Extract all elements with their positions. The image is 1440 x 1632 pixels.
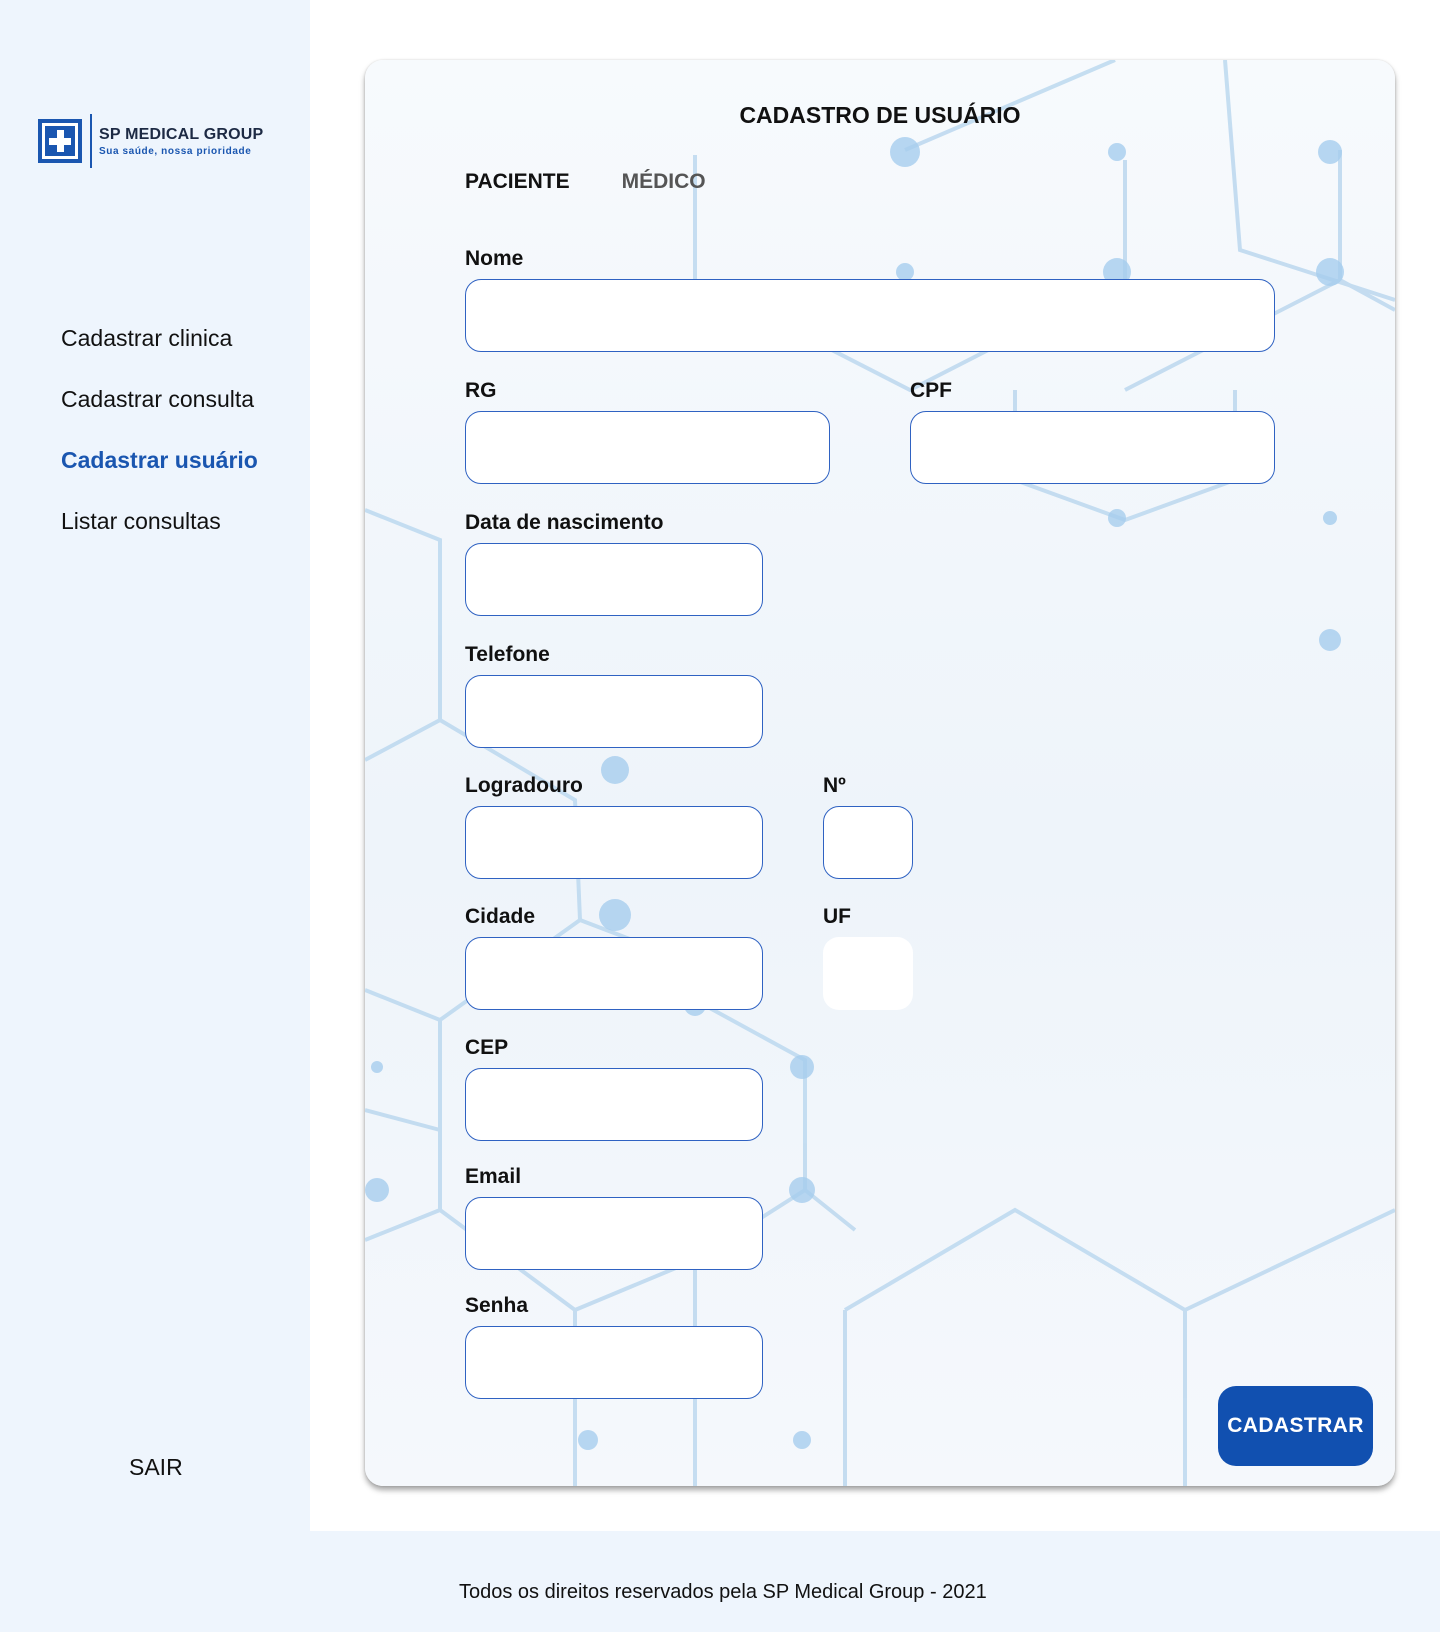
medical-cross-icon — [38, 119, 82, 163]
telefone-label: Telefone — [465, 643, 550, 666]
cidade-field[interactable] — [465, 937, 763, 1010]
cpf-field[interactable] — [910, 411, 1275, 484]
email-field[interactable] — [465, 1197, 763, 1270]
logo-divider — [90, 114, 92, 168]
logradouro-field[interactable] — [465, 806, 763, 879]
sidebar-item-cadastrar-clinica[interactable]: Cadastrar clinica — [61, 322, 258, 383]
page-title: CADASTRO DE USUÁRIO — [739, 102, 1021, 128]
rg-field[interactable] — [465, 411, 830, 484]
nome-field[interactable] — [465, 279, 1275, 352]
cadastrar-button[interactable]: CADASTRAR — [1218, 1386, 1373, 1466]
email-label: Email — [465, 1165, 522, 1188]
nome-label: Nome — [465, 247, 524, 270]
tab-paciente[interactable]: PACIENTE — [465, 170, 570, 194]
cpf-label: CPF — [910, 379, 952, 402]
telefone-field[interactable] — [465, 675, 763, 748]
brand-tagline: Sua saúde, nossa prioridade — [99, 145, 252, 157]
cep-label: CEP — [465, 1036, 509, 1059]
senha-label: Senha — [465, 1294, 529, 1317]
logradouro-label: Logradouro — [465, 774, 583, 797]
tab-medico[interactable]: MÉDICO — [622, 170, 706, 194]
user-type-tabs: PACIENTE MÉDICO — [465, 170, 706, 194]
numero-label: Nº — [823, 774, 846, 797]
uf-label: UF — [823, 905, 851, 928]
brand-name: SP MEDICAL GROUP — [99, 125, 264, 143]
brand-logo[interactable]: SP MEDICAL GROUP Sua saúde, nossa priori… — [38, 114, 263, 168]
sidebar-item-cadastrar-usuario[interactable]: Cadastrar usuário — [61, 444, 258, 505]
cep-field[interactable] — [465, 1068, 763, 1141]
brand-text: SP MEDICAL GROUP Sua saúde, nossa priori… — [99, 126, 263, 157]
copyright-text: Todos os direitos reservados pela SP Med… — [459, 1581, 987, 1603]
sidebar: SP MEDICAL GROUP Sua saúde, nossa priori… — [0, 0, 310, 1531]
logout-button[interactable]: SAIR — [129, 1454, 183, 1481]
uf-field[interactable] — [823, 937, 913, 1010]
sidebar-item-listar-consultas[interactable]: Listar consultas — [61, 505, 258, 566]
senha-field[interactable] — [465, 1326, 763, 1399]
sidebar-item-cadastrar-consulta[interactable]: Cadastrar consulta — [61, 383, 258, 444]
data-nascimento-label: Data de nascimento — [465, 511, 664, 534]
numero-field[interactable] — [823, 806, 913, 879]
footer: Todos os direitos reservados pela SP Med… — [0, 1531, 1440, 1632]
cidade-label: Cidade — [465, 905, 536, 928]
molecule-background — [365, 60, 1395, 1486]
registration-card: CADASTRO DE USUÁRIO PACIENTE MÉDICO Nome… — [365, 60, 1395, 1486]
data-nascimento-field[interactable] — [465, 543, 763, 616]
sidebar-nav: Cadastrar clinica Cadastrar consulta Cad… — [61, 322, 258, 566]
rg-label: RG — [465, 379, 497, 402]
